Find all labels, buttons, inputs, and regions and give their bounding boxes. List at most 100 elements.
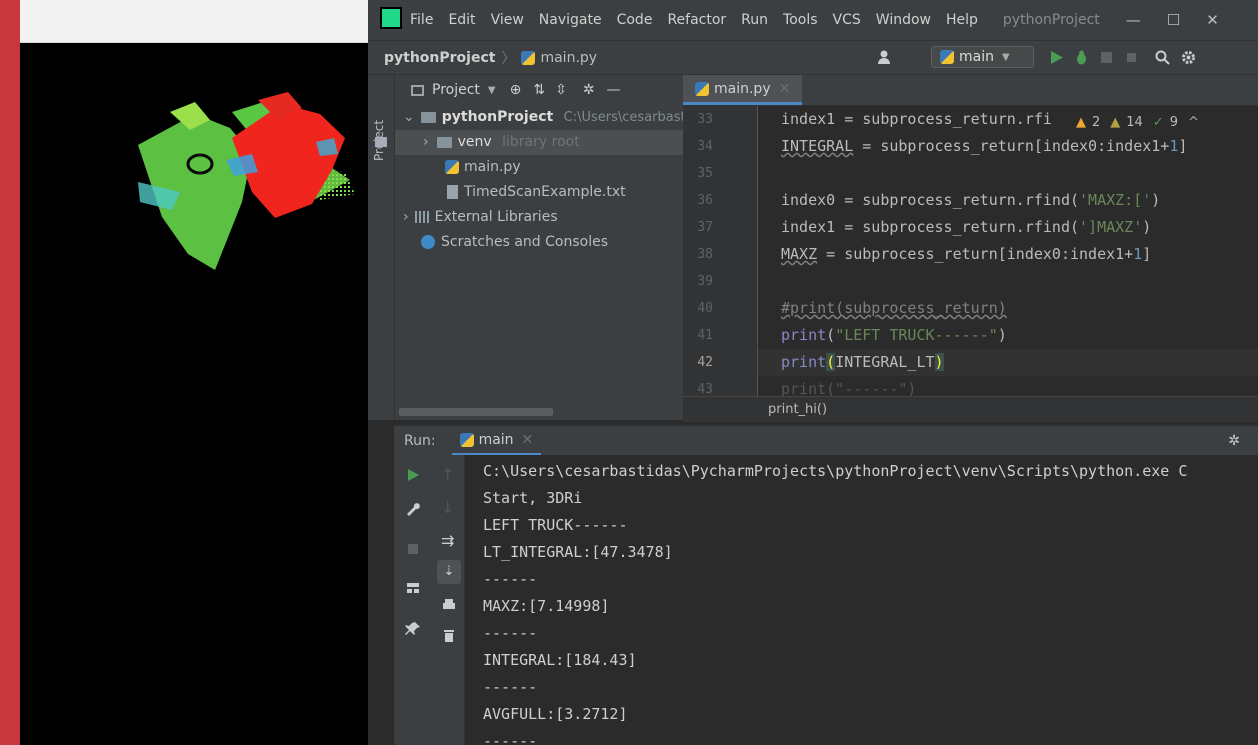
breadcrumb-project[interactable]: pythonProject	[384, 50, 495, 66]
menu-run[interactable]: Run	[741, 12, 768, 28]
menu-view[interactable]: View	[491, 12, 524, 28]
search-icon[interactable]	[1154, 49, 1171, 66]
coverage-icon[interactable]	[1098, 49, 1115, 66]
wrench-icon[interactable]	[405, 500, 421, 516]
code-line-41: print("LEFT TRUCK------")	[781, 322, 1007, 349]
chevron-down-icon: ▼	[1001, 51, 1010, 63]
menu-edit[interactable]: Edit	[448, 12, 475, 28]
pycharm-logo-icon	[380, 7, 402, 29]
close-tab-icon[interactable]: ✕	[779, 81, 791, 97]
tree-hint: library root	[502, 134, 580, 150]
stop-icon[interactable]	[1123, 49, 1140, 66]
stop-icon[interactable]	[405, 541, 421, 557]
window-project-title: pythonProject	[1002, 12, 1100, 28]
tree-item-external-libraries[interactable]: › External Libraries	[395, 205, 683, 230]
menu-help[interactable]: Help	[946, 12, 978, 28]
close-tab-icon[interactable]: ✕	[522, 432, 534, 448]
settings-gear-icon[interactable]	[1180, 49, 1197, 66]
arrow-down-icon[interactable]: ↓	[441, 498, 457, 517]
tree-item-timedscan[interactable]: TimedScanExample.txt	[395, 180, 683, 205]
inspection-widget[interactable]: ▲ 2 ▲ 14 ✓ 9 ^	[1076, 115, 1199, 130]
line-number: 37	[697, 220, 713, 235]
console-line: INTEGRAL:[184.43]	[483, 651, 637, 669]
warning-icon: ▲	[1076, 115, 1086, 130]
minimize-button[interactable]: —	[1126, 11, 1141, 29]
line-number: 39	[697, 274, 713, 289]
project-view-icon	[411, 84, 424, 96]
code-line-36: index0 = subprocess_return.rfind('MAXZ:[…	[781, 187, 1160, 214]
console-line: ------	[483, 732, 538, 745]
console-line: AVGFULL:[3.2712]	[483, 705, 628, 723]
panel-settings-icon[interactable]: ✲	[583, 82, 595, 98]
project-panel-title[interactable]: Project	[432, 82, 480, 98]
code-comment: #print(subprocess_return)	[781, 299, 1007, 317]
trash-icon[interactable]	[441, 627, 457, 643]
arrow-up-icon[interactable]: ↑	[441, 465, 457, 484]
tree-label: External Libraries	[434, 209, 558, 225]
breadcrumb-file[interactable]: main.py	[521, 50, 597, 66]
line-number: 40	[697, 301, 713, 316]
run-tab-main[interactable]: main ✕	[451, 426, 542, 456]
print-icon[interactable]	[441, 597, 457, 613]
tree-item-main-py[interactable]: main.py	[395, 155, 683, 180]
breadcrumb-function[interactable]: print_hi()	[768, 402, 827, 417]
layout-icon[interactable]	[405, 580, 421, 596]
menu-window[interactable]: Window	[876, 12, 931, 28]
horizontal-scrollbar[interactable]	[399, 408, 553, 416]
locate-icon[interactable]: ⊕	[510, 82, 522, 98]
maximize-button[interactable]: ☐	[1167, 11, 1180, 29]
code-text: INTEGRAL	[781, 137, 854, 155]
code-number: 1	[1169, 137, 1179, 155]
menu-refactor[interactable]: Refactor	[667, 12, 726, 28]
code-number: 1	[1133, 245, 1143, 263]
menu-navigate[interactable]: Navigate	[539, 12, 602, 28]
code-text: )	[997, 326, 1007, 344]
user-icon[interactable]	[876, 49, 893, 66]
chevron-down-icon[interactable]: ▼	[488, 85, 496, 96]
console-line: C:\Users\cesarbastidas\PycharmProjects\p…	[483, 462, 1188, 480]
menu-vcs[interactable]: VCS	[833, 12, 861, 28]
collapse-all-icon[interactable]: ⇳	[555, 82, 567, 98]
console-line: Start, 3DRi	[483, 489, 583, 507]
tree-item-pythonproject[interactable]: ⌄ pythonProject C:\Users\cesarbastid	[395, 105, 683, 130]
code-text: print("------")	[781, 380, 917, 396]
text-file-icon	[447, 185, 458, 199]
run-settings-gear-icon[interactable]: ✲	[1228, 433, 1240, 449]
chevron-up-icon[interactable]: ^	[1188, 115, 1199, 130]
pin-icon[interactable]	[405, 621, 421, 637]
typo-count: 9	[1169, 115, 1179, 130]
run-config-select[interactable]: main ▼	[931, 46, 1034, 68]
run-icon[interactable]	[1048, 49, 1065, 66]
warning-count: 2	[1092, 115, 1101, 130]
expand-all-icon[interactable]: ⇅	[533, 82, 545, 98]
project-panel: Project ▼ ⊕ ⇅ ⇳ ✲ — ⌄ pythonProject C:\Us…	[395, 75, 683, 420]
console-line: ------	[483, 678, 538, 696]
rerun-icon[interactable]	[405, 467, 421, 483]
tree-label: pythonProject	[441, 109, 554, 125]
line-number-gutter: 33 34 35 36 37 38 39 40 41 42 43	[683, 106, 758, 397]
tab-main-py[interactable]: main.py ✕	[683, 75, 803, 105]
tree-item-venv[interactable]: › venv library root	[395, 130, 683, 155]
code-line-42: print(INTEGRAL_LT)	[758, 349, 1258, 376]
hide-panel-icon[interactable]: —	[607, 82, 621, 98]
close-button[interactable]: ✕	[1206, 11, 1219, 29]
run-console[interactable]: C:\Users\cesarbastidas\PycharmProjects\p…	[465, 455, 1258, 745]
code-line-37: index1 = subprocess_return.rfind(']MAXZ'…	[781, 214, 1151, 241]
tree-item-scratches[interactable]: Scratches and Consoles	[395, 230, 683, 255]
tree-hint: C:\Users\cesarbastid	[563, 110, 683, 125]
line-number: 38	[697, 247, 713, 262]
code-editor[interactable]: index1 = subprocess_return.rfi INTEGRAL …	[758, 106, 1258, 396]
code-builtin: print	[781, 353, 827, 371]
scroll-to-end-icon[interactable]: ⇣	[437, 560, 461, 584]
menu-tools[interactable]: Tools	[783, 12, 818, 28]
soft-wrap-icon[interactable]: ⇉	[441, 531, 457, 550]
run-label: Run:	[404, 433, 436, 449]
tool-window-stripe: Project	[368, 75, 395, 420]
run-tab-label: main	[478, 431, 514, 448]
weak-warning-icon: ▲	[1110, 115, 1121, 130]
code-line-43: print("------")	[781, 376, 916, 396]
python-icon	[459, 432, 474, 447]
menu-code[interactable]: Code	[617, 12, 653, 28]
menu-file[interactable]: File	[410, 12, 433, 28]
debug-icon[interactable]	[1073, 49, 1090, 66]
